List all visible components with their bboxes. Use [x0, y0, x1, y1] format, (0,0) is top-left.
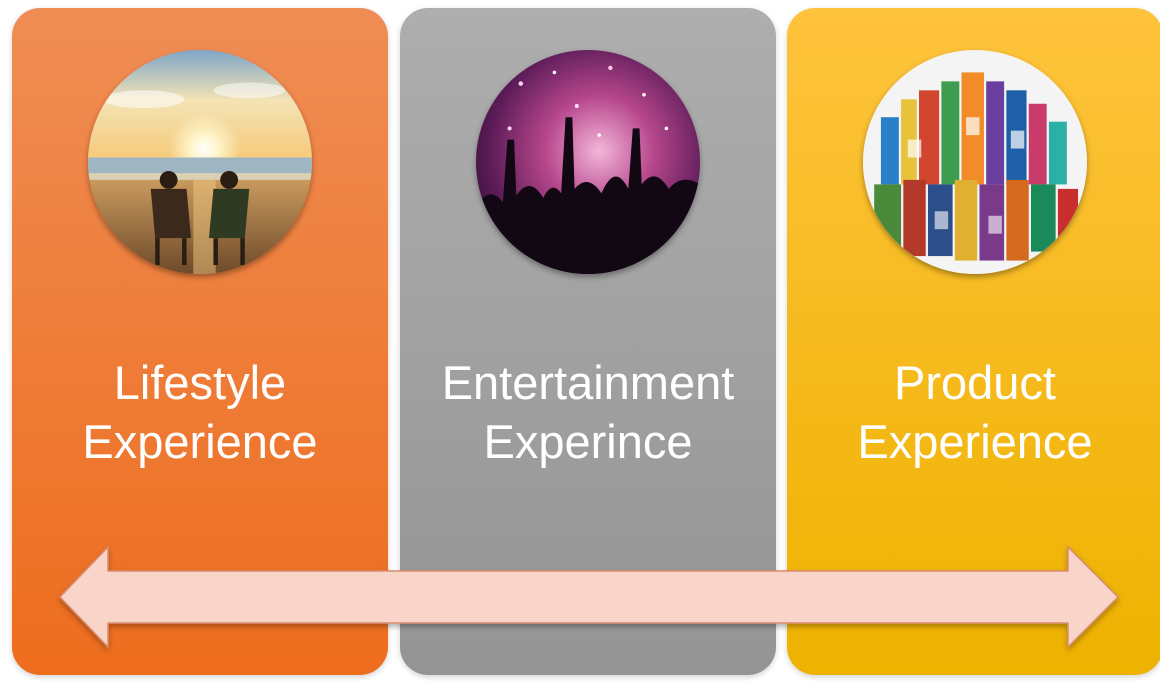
beach-sunset-photo [88, 50, 312, 274]
panel-label-line2: Experience [82, 415, 318, 468]
panel-lifestyle: Lifestyle Experience [12, 8, 388, 675]
panel-label-line2: Experience [857, 415, 1093, 468]
panel-label-line2: Experince [483, 415, 693, 468]
product-collection-photo [863, 50, 1087, 274]
panel-entertainment: Entertainment Experince [400, 8, 776, 675]
panel-label-line1: Product [894, 356, 1056, 409]
concert-crowd-photo [476, 50, 700, 274]
panel-product: Product Experience [787, 8, 1160, 675]
panel-label: Entertainment Experince [400, 353, 776, 471]
panel-label-line1: Lifestyle [113, 356, 287, 409]
panel-label: Lifestyle Experience [12, 353, 388, 471]
panel-label-line1: Entertainment [441, 356, 735, 409]
panel-label: Product Experience [787, 353, 1160, 471]
